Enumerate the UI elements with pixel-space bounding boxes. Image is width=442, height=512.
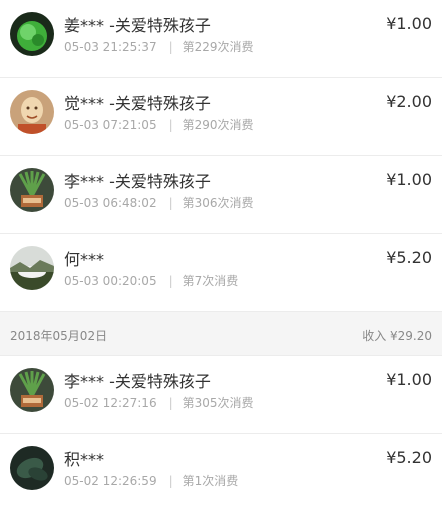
separator: | [168,118,173,132]
payer-name: 何*** [64,250,105,269]
transaction-list: 姜*** -关爱特殊孩子 05-03 21:25:37 | 第229次消费 ¥1.0… [0,0,442,512]
separator: | [168,196,173,210]
separator: | [168,474,173,488]
transaction-time: 05-03 07:21:05 [64,118,157,132]
dark-leaf-avatar [10,446,54,490]
transaction-row[interactable]: 李*** -关爱特殊孩子 05-02 12:27:16 | 第305次消费 ¥1.0… [0,356,442,434]
transaction-time: 05-03 21:25:37 [64,40,157,54]
separator: | [168,274,173,288]
transaction-row[interactable]: 姜*** -关爱特殊孩子 05-03 21:25:37 | 第229次消费 ¥1.0… [0,0,442,78]
transaction-row[interactable]: 积*** 05-02 12:26:59 | 第1次消费 ¥5.20 [0,434,442,512]
purchase-count: 第305次消费 [182,396,254,410]
landscape-avatar [10,246,54,290]
green-plant-avatar [10,12,54,56]
transaction-time: 05-03 00:20:05 [64,274,157,288]
transaction-row[interactable]: 觉*** -关爱特殊孩子 05-03 07:21:05 | 第290次消费 ¥2.0… [0,78,442,156]
purchase-count: 第306次消费 [182,196,254,210]
transaction-amount: ¥1.00 [386,170,432,189]
purchase-count: 第1次消费 [182,474,239,488]
transaction-amount: ¥5.20 [386,448,432,467]
purchase-count: 第290次消费 [182,118,254,132]
transaction-time: 05-02 12:26:59 [64,474,157,488]
group-date: 2018年05月02日 [10,329,108,343]
separator: | [168,40,173,54]
transaction-row[interactable]: 何*** 05-03 00:20:05 | 第7次消费 ¥5.20 [0,234,442,312]
transaction-amount: ¥1.00 [386,370,432,389]
payer-name: 积*** [64,450,105,469]
buddha-avatar [10,90,54,134]
transaction-time: 05-02 12:27:16 [64,396,157,410]
payer-name: 姜*** -关爱特殊孩子 [64,16,211,35]
transaction-time: 05-03 06:48:02 [64,196,157,210]
separator: | [168,396,173,410]
date-group-header: 2018年05月02日 收入 ¥29.20 [0,312,442,356]
purchase-count: 第229次消费 [182,40,254,54]
transaction-meta: 05-03 07:21:05 | 第290次消费 [64,116,254,133]
payer-name: 李*** -关爱特殊孩子 [64,172,211,191]
transaction-meta: 05-02 12:26:59 | 第1次消费 [64,472,238,489]
payer-name: 李*** -关爱特殊孩子 [64,372,211,391]
transaction-meta: 05-02 12:27:16 | 第305次消费 [64,394,254,411]
transaction-amount: ¥2.00 [386,92,432,111]
group-income: 收入 ¥29.20 [362,329,432,343]
transaction-meta: 05-03 06:48:02 | 第306次消费 [64,194,254,211]
purchase-count: 第7次消费 [182,274,239,288]
transaction-meta: 05-03 00:20:05 | 第7次消费 [64,272,238,289]
potted-plant-avatar [10,168,54,212]
transaction-amount: ¥5.20 [386,248,432,267]
transaction-row[interactable]: 李*** -关爱特殊孩子 05-03 06:48:02 | 第306次消费 ¥1.0… [0,156,442,234]
potted-plant-avatar [10,368,54,412]
transaction-meta: 05-03 21:25:37 | 第229次消费 [64,38,254,55]
transaction-amount: ¥1.00 [386,14,432,33]
payer-name: 觉*** -关爱特殊孩子 [64,94,211,113]
